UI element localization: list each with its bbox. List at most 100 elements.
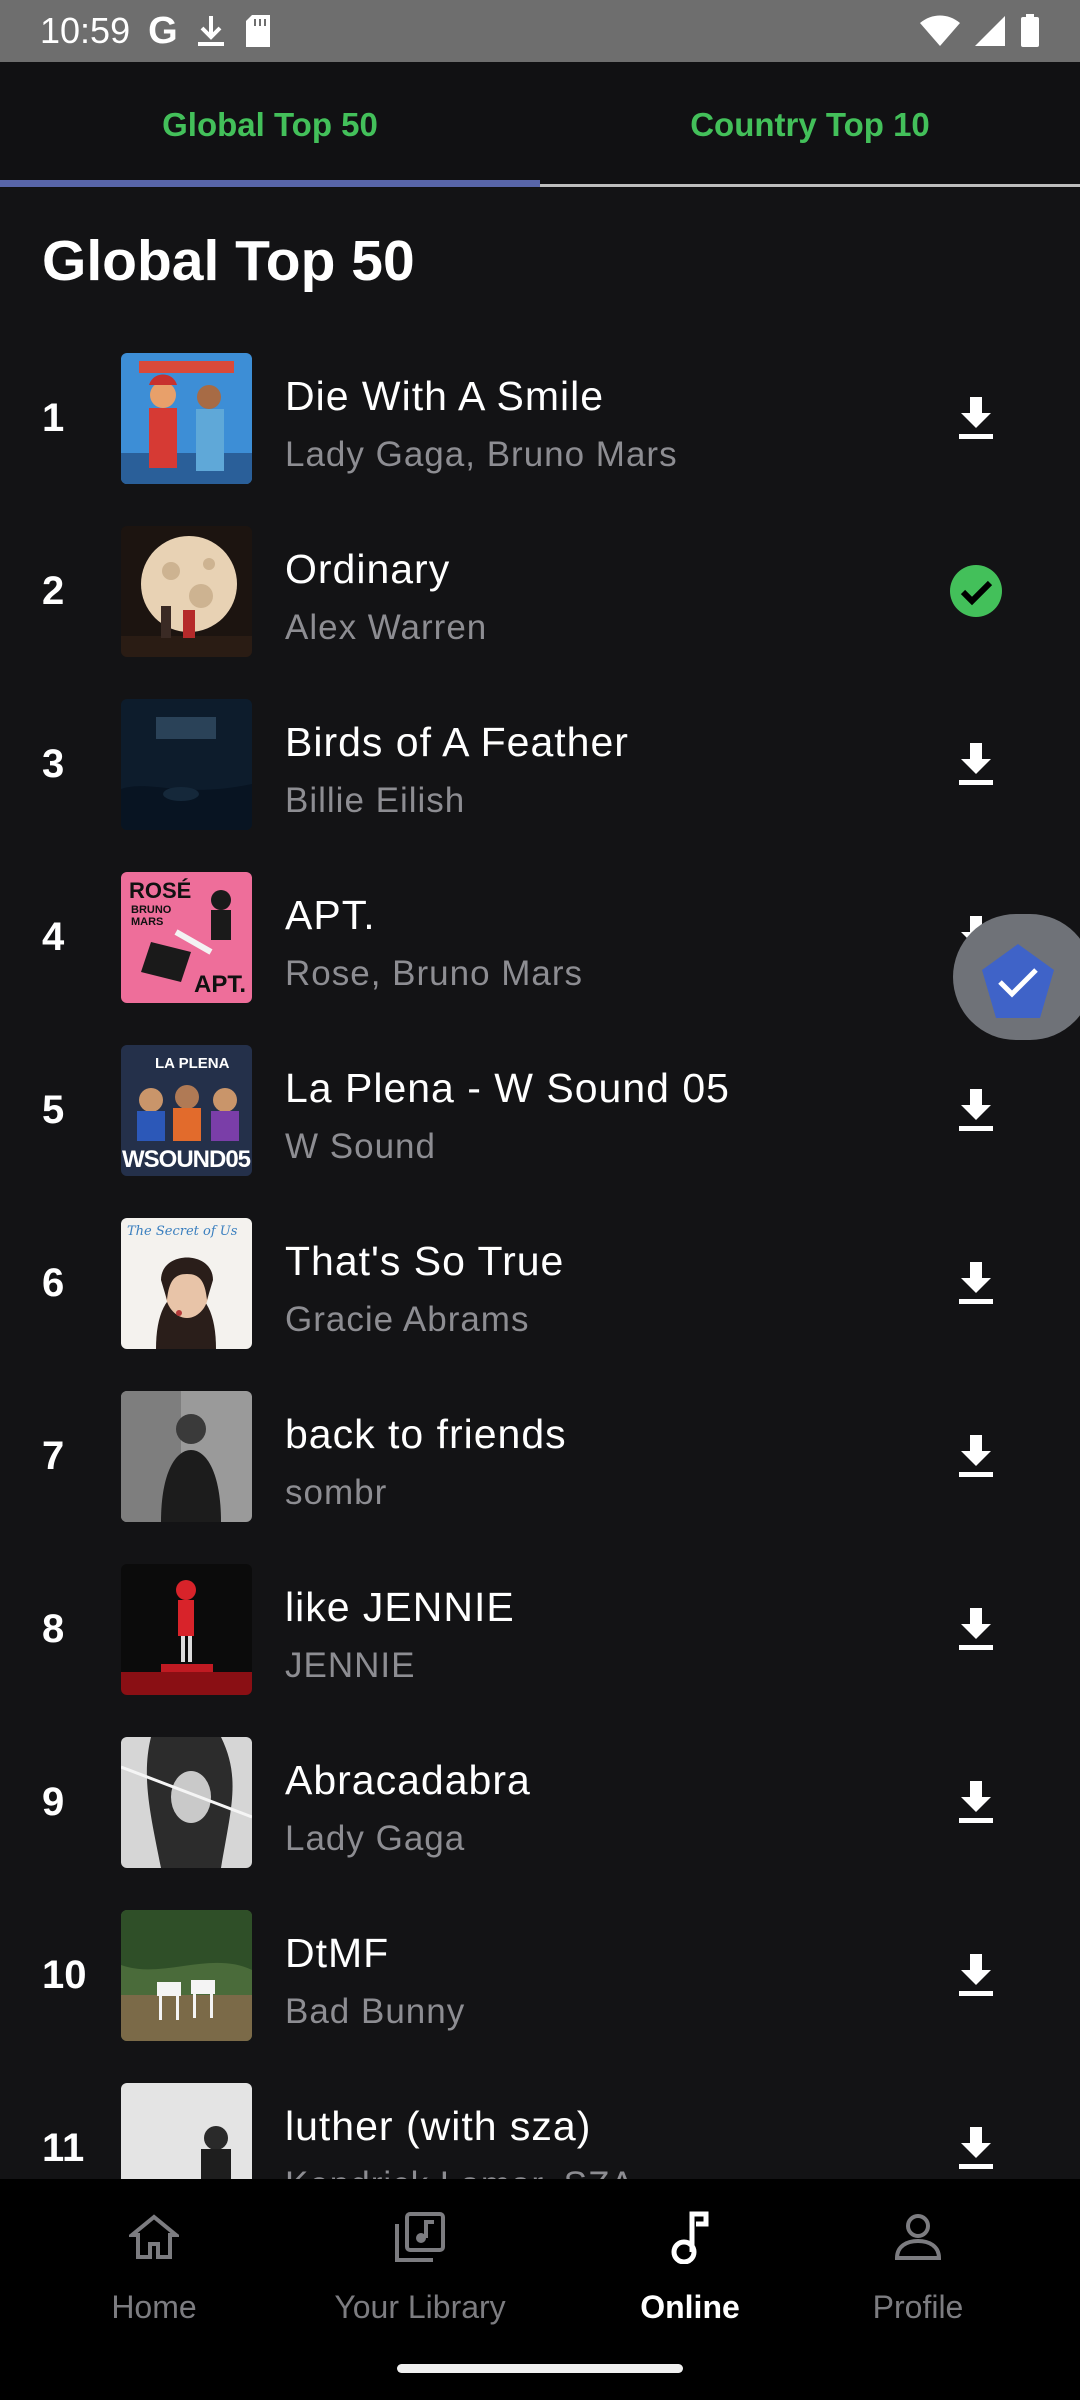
list-item[interactable]: 3 Birds of A Feather Billie Eilish [0,699,1080,872]
track-rank: 6 [42,1260,65,1305]
download-icon [959,1608,993,1650]
album-art [121,1564,252,1695]
nav-profile[interactable]: Profile [838,2179,998,2369]
download-button[interactable] [947,389,1005,447]
album-art: ROSÉ BRUNO MARS APT. [121,872,252,1003]
track-artist: Bad Bunny [285,1992,466,2031]
list-item[interactable]: 9 Abracadabra Lady Gaga [0,1737,1080,1910]
track-artist: W Sound [285,1127,436,1166]
track-artist: Gracie Abrams [285,1300,530,1339]
track-title: luther (with sza) [285,2103,592,2149]
download-icon [959,1781,993,1823]
download-icon [959,397,993,439]
track-title: like JENNIE [285,1584,515,1630]
track-rank: 2 [42,568,65,613]
album-art: The Secret of Us [121,1218,252,1349]
album-art: LA PLENA WSOUND05 [121,1045,252,1176]
album-art [121,1910,252,2041]
list-item[interactable]: 8 like JENNIE JENNIE [0,1564,1080,1737]
album-art [121,1737,252,1868]
list-item[interactable]: 4 ROSÉ BRUNO MARS APT. APT. Rose, Bruno … [0,872,1080,1045]
download-status-icon [197,16,224,46]
track-title: Birds of A Feather [285,719,629,765]
list-item[interactable]: 6 The Secret of Us That's So True Gracie… [0,1218,1080,1391]
track-title: That's So True [285,1238,565,1284]
download-icon [959,1089,993,1131]
album-art-text: APT. [193,971,246,998]
list-item[interactable]: 10 DtMF Bad Bunny [0,1910,1080,2083]
track-artist: Kendrick Lamar, SZA [285,2165,635,2179]
list-item[interactable]: 11 luther (with sza) Kendrick Lamar, SZA [0,2083,1080,2179]
track-rank: 11 [42,2125,85,2170]
track-rank: 10 [42,1952,87,1997]
album-art [121,2083,252,2179]
check-circle-icon [950,565,1002,617]
track-title: Abracadabra [285,1757,531,1803]
album-art [121,699,252,830]
download-button[interactable] [947,1427,1005,1485]
album-art-text: LA PLENA [155,1055,230,1072]
page-title: Global Top 50 [42,229,415,293]
track-artist: sombr [285,1473,388,1512]
music-note-icon [671,2211,709,2264]
album-art [121,526,252,657]
track-title: Die With A Smile [285,373,605,419]
download-icon [959,1262,993,1304]
profile-icon [894,2214,942,2260]
album-art-text: WSOUND05 [122,1146,251,1173]
download-button[interactable] [947,1773,1005,1831]
nav-home[interactable]: Home [74,2179,234,2369]
download-icon [959,1435,993,1477]
track-rank: 4 [42,914,65,959]
list-item[interactable]: 5 LA PLENA WSOUND05 La Plena - W Sound 0… [0,1045,1080,1218]
download-button[interactable] [947,735,1005,793]
download-button[interactable] [947,1081,1005,1139]
track-artist: Alex Warren [285,608,488,647]
download-button[interactable] [947,1600,1005,1658]
tab-global-top-50[interactable]: Global Top 50 [0,62,540,188]
track-title: back to friends [285,1411,567,1457]
track-rank: 7 [42,1433,65,1478]
download-button[interactable] [947,2119,1005,2177]
album-art [121,353,252,484]
home-icon [129,2214,179,2259]
track-artist: Rose, Bruno Mars [285,954,584,993]
track-rank: 9 [42,1779,65,1824]
track-title: La Plena - W Sound 05 [285,1065,730,1111]
list-item[interactable]: 2 Ordinary Alex Warren [0,526,1080,699]
download-icon [959,1954,993,1996]
track-artist: JENNIE [285,1646,416,1685]
download-icon [959,2127,993,2169]
nav-online[interactable]: Online [612,2179,768,2369]
status-time: 10:59 [40,10,131,51]
tab-label: Country Top 10 [690,106,930,143]
battery-icon [1021,14,1039,47]
downloaded-indicator[interactable] [947,562,1005,620]
track-rank: 5 [42,1087,65,1132]
tab-active-indicator [0,180,540,187]
nav-your-library[interactable]: Your Library [320,2179,520,2369]
status-bar: 10:59 G [0,0,1080,62]
download-button[interactable] [947,1254,1005,1312]
shield-check-icon[interactable] [978,942,1058,1022]
sd-card-icon [245,15,270,47]
track-list[interactable]: 1 Die With A Smile Lady Gaga, Bruno Mars… [0,353,1080,2179]
nav-label: Your Library [334,2289,506,2325]
tab-label: Global Top 50 [162,106,378,143]
library-icon [395,2212,445,2262]
signal-icon [975,16,1005,46]
download-icon [959,743,993,785]
list-item[interactable]: 7 back to friends sombr [0,1391,1080,1564]
top-tabs: Global Top 50 Country Top 10 [0,62,1080,188]
google-icon: G [148,9,178,52]
track-title: Ordinary [285,546,451,592]
list-item[interactable]: 1 Die With A Smile Lady Gaga, Bruno Mars [0,353,1080,526]
download-button[interactable] [947,1946,1005,2004]
nav-label: Home [111,2289,197,2325]
track-artist: Billie Eilish [285,781,466,820]
wifi-icon [920,15,960,46]
track-rank: 8 [42,1606,65,1651]
tab-country-top-10[interactable]: Country Top 10 [540,62,1080,188]
track-title: APT. [285,892,376,938]
home-indicator[interactable] [397,2364,683,2373]
